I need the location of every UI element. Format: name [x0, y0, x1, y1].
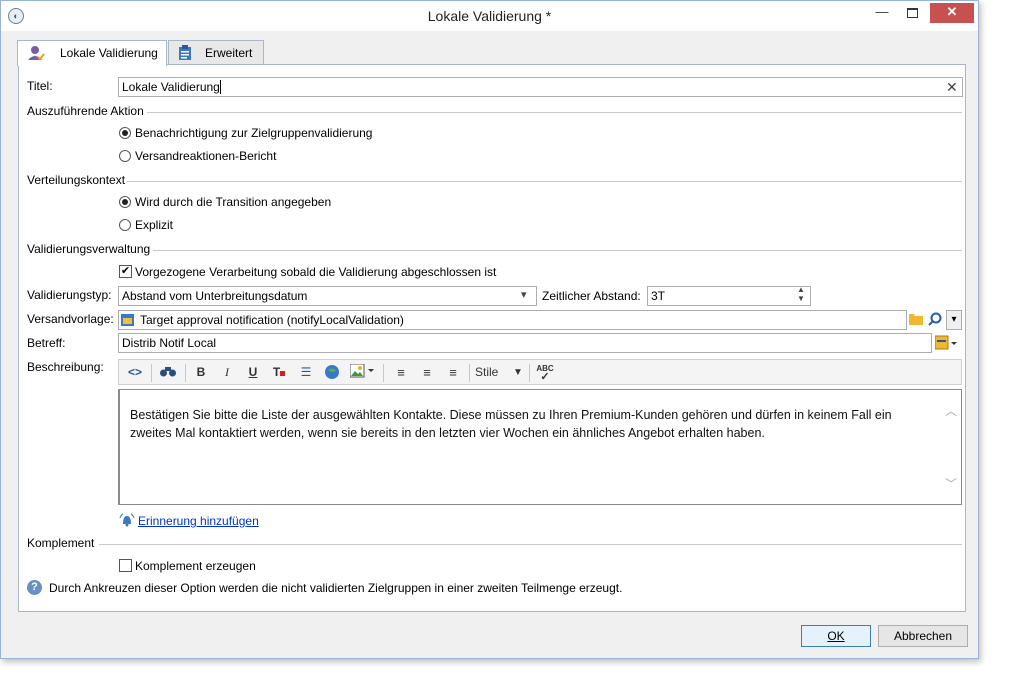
bold-icon[interactable]: B	[193, 364, 209, 381]
minimize-button[interactable]: —	[868, 3, 896, 23]
separator	[185, 364, 186, 382]
description-text: Bestätigen Sie bitte die Liste der ausge…	[130, 408, 892, 440]
radio-explizit[interactable]	[119, 219, 131, 231]
folder-icon[interactable]	[909, 312, 923, 328]
cancel-button[interactable]: Abbrechen	[878, 625, 968, 647]
radio-versandreaktionen[interactable]	[119, 150, 131, 162]
betreff-value: Distrib Notif Local	[122, 336, 217, 350]
typ-label: Validierungstyp:	[27, 288, 112, 302]
titel-input[interactable]: Lokale Validierung	[118, 77, 963, 97]
styles-label: Stile	[475, 365, 499, 379]
betreff-label: Betreff:	[27, 336, 66, 350]
section-komplement: Komplement	[27, 536, 962, 550]
maximize-button[interactable]	[898, 3, 926, 23]
divider	[127, 181, 962, 182]
radio-explizit-label: Explizit	[135, 218, 174, 232]
checkbox-komplement[interactable]	[119, 559, 132, 572]
section-verwaltung-title: Validierungsverwaltung	[27, 242, 151, 256]
insert-image-icon[interactable]	[349, 363, 377, 381]
add-reminder-link[interactable]: Erinnerung hinzufügen	[138, 514, 259, 528]
template-icon	[121, 313, 135, 330]
editor-toolbar: <> B I U T ☰ ≡ ≡ ≡ Stile ▼ ABC ✓	[118, 359, 962, 385]
ok-button-label: OK	[827, 629, 845, 643]
search-icon[interactable]	[928, 312, 942, 329]
scroll-up-icon[interactable]: ︿	[945, 402, 957, 419]
section-kontext: Verteilungskontext	[27, 173, 962, 187]
align-left-icon[interactable]: ≡	[393, 364, 409, 381]
chevron-down-icon[interactable]: ▾	[521, 288, 527, 301]
beschreibung-label: Beschreibung:	[27, 360, 104, 374]
bullet-list-icon[interactable]: ☰	[297, 364, 315, 381]
separator	[469, 364, 470, 382]
divider	[147, 112, 962, 113]
checkbox-vorgezogen[interactable]: ✔	[119, 265, 132, 278]
italic-icon[interactable]: I	[219, 364, 235, 381]
description-editor[interactable]: Bestätigen Sie bitte die Liste der ausge…	[118, 389, 962, 505]
divider	[153, 250, 962, 251]
titel-value: Lokale Validierung	[122, 80, 220, 94]
radio-benachrichtigung-label: Benachrichtigung zur Zielgruppenvalidier…	[135, 126, 373, 140]
dialog-window: ◐ Lokale Validierung * — ✕ Lokale Validi…	[0, 0, 979, 659]
text-color-icon[interactable]: T	[271, 364, 287, 381]
vorlage-dropdown-button[interactable]: ▾	[946, 310, 962, 330]
styles-dropdown[interactable]: Stile ▼	[475, 364, 525, 381]
user-icon	[27, 45, 45, 69]
align-right-icon[interactable]: ≡	[445, 364, 461, 381]
vorlage-label: Versandvorlage:	[27, 312, 114, 326]
source-code-icon[interactable]: <>	[125, 364, 145, 381]
divider	[99, 544, 962, 545]
scroll-down-icon[interactable]: ﹀	[945, 475, 957, 492]
link-globe-icon[interactable]	[323, 364, 341, 381]
abstand-spinner[interactable]: 3T	[647, 286, 811, 306]
hint-text: Durch Ankreuzen dieser Option werden die…	[49, 581, 623, 595]
tab-label: Erweitert	[205, 46, 253, 60]
spellcheck-icon[interactable]: ABC ✓	[535, 364, 555, 383]
ok-button[interactable]: OK	[801, 625, 871, 647]
abstand-label: Zeitlicher Abstand:	[542, 289, 641, 303]
typ-select[interactable]: Abstand vom Unterbreitungsdatum	[118, 286, 537, 306]
underline-icon[interactable]: U	[245, 364, 261, 381]
section-komplement-title: Komplement	[27, 536, 95, 550]
section-verwaltung: Validierungsverwaltung	[27, 242, 962, 256]
separator	[151, 364, 152, 382]
cancel-button-label: Abbrechen	[893, 629, 953, 643]
title-bar: ◐ Lokale Validierung * — ✕	[1, 1, 978, 31]
vorlage-input[interactable]: Target approval notification (notifyLoca…	[118, 310, 907, 330]
radio-versandreaktionen-label: Versandreaktionen-Bericht	[135, 149, 277, 163]
checkbox-komplement-label: Komplement erzeugen	[135, 559, 256, 573]
insert-field-icon[interactable]	[934, 335, 959, 354]
tab-erweitert[interactable]: Erweitert	[168, 40, 264, 64]
tab-label: Lokale Validierung	[60, 46, 158, 60]
section-kontext-title: Verteilungskontext	[27, 173, 126, 187]
spinner-arrows-icon[interactable]: ▲ ▼	[797, 285, 805, 303]
help-icon: ?	[27, 580, 42, 595]
section-aktion: Auszuführende Aktion	[27, 104, 962, 118]
radio-transition[interactable]	[119, 196, 131, 208]
find-icon[interactable]	[157, 364, 179, 381]
separator	[383, 364, 384, 382]
abstand-value: 3T	[651, 289, 666, 303]
window-title: Lokale Validierung *	[427, 8, 552, 24]
align-center-icon[interactable]: ≡	[419, 364, 435, 381]
tab-lokale-validierung[interactable]: Lokale Validierung	[17, 40, 167, 66]
typ-value: Abstand vom Unterbreitungsdatum	[122, 289, 308, 303]
betreff-input[interactable]: Distrib Notif Local	[118, 333, 932, 353]
clear-icon[interactable]: ✕	[946, 79, 958, 96]
bell-icon	[119, 513, 135, 530]
titel-label: Titel:	[27, 79, 53, 93]
section-aktion-title: Auszuführende Aktion	[27, 104, 144, 118]
separator	[529, 364, 530, 382]
maximize-icon	[906, 8, 918, 18]
vorlage-value: Target approval notification (notifyLoca…	[140, 313, 404, 327]
radio-benachrichtigung[interactable]	[119, 127, 131, 139]
checkbox-vorgezogen-label: Vorgezogene Verarbeitung sobald die Vali…	[135, 265, 497, 279]
chevron-down-icon: ▼	[513, 367, 523, 378]
radio-transition-label: Wird durch die Transition angegeben	[135, 195, 332, 209]
close-button[interactable]: ✕	[930, 3, 974, 23]
